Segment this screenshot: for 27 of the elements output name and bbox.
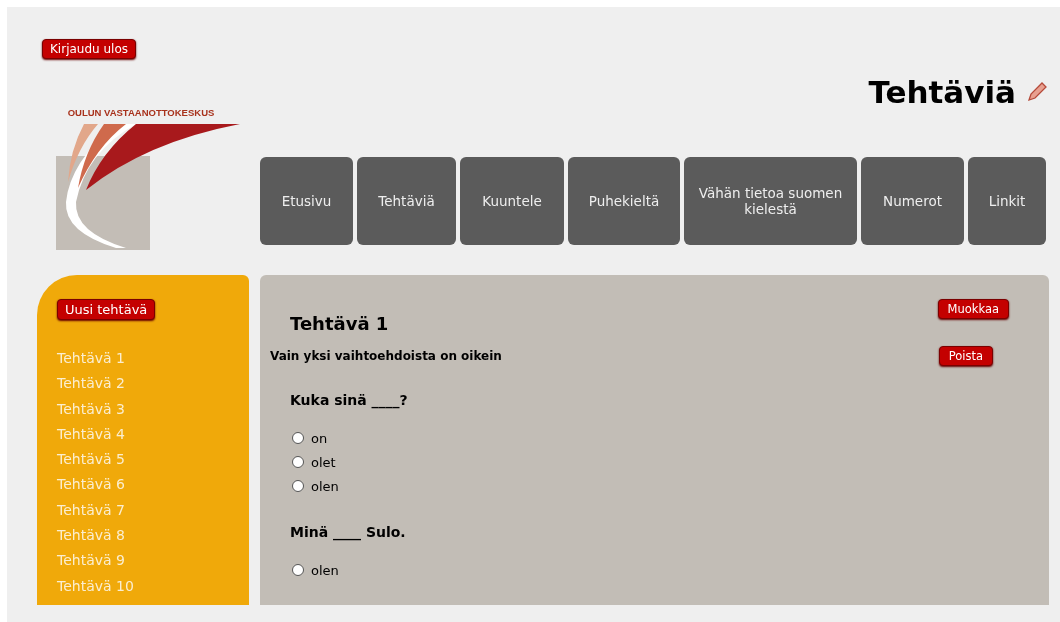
option-label: on: [311, 430, 328, 446]
nav-button[interactable]: Numerot: [861, 157, 964, 245]
pencil-icon[interactable]: [1026, 81, 1048, 103]
question-text: Kuka sinä ____?: [290, 392, 409, 408]
exercise-title: Tehtävä 1: [290, 313, 389, 334]
question-text: Minä ____ Sulo.: [290, 524, 407, 540]
instruction-text: Vain yksi vaihtoehdoista on oikein: [270, 349, 502, 363]
edit-button[interactable]: Muokkaa: [937, 299, 1009, 319]
option-label: olen: [311, 478, 339, 494]
option-label: olet: [311, 454, 336, 470]
radio-button[interactable]: [292, 456, 304, 468]
nav-button[interactable]: Vähän tietoa suomen kielestä: [684, 157, 857, 245]
logo-icon: [55, 122, 241, 250]
nav-button[interactable]: Kuuntele: [460, 157, 564, 245]
page-title: Tehtäviä: [868, 74, 1016, 110]
option-label: olen: [311, 562, 339, 578]
new-exercise-button[interactable]: Uusi tehtävä: [57, 299, 156, 320]
nav-button[interactable]: Etusivu: [260, 157, 353, 245]
radio-button[interactable]: [292, 480, 304, 492]
delete-button[interactable]: Poista: [938, 346, 993, 366]
nav-button[interactable]: Tehtäviä: [357, 157, 456, 245]
radio-button[interactable]: [292, 564, 304, 576]
logo-text: OULUN VASTAANOTTOKESKUS: [67, 107, 215, 118]
nav-button[interactable]: Linkit: [968, 157, 1046, 245]
nav-button[interactable]: Puhekieltä: [568, 157, 680, 245]
logout-button[interactable]: Kirjaudu ulos: [42, 39, 136, 59]
radio-button[interactable]: [292, 432, 304, 444]
